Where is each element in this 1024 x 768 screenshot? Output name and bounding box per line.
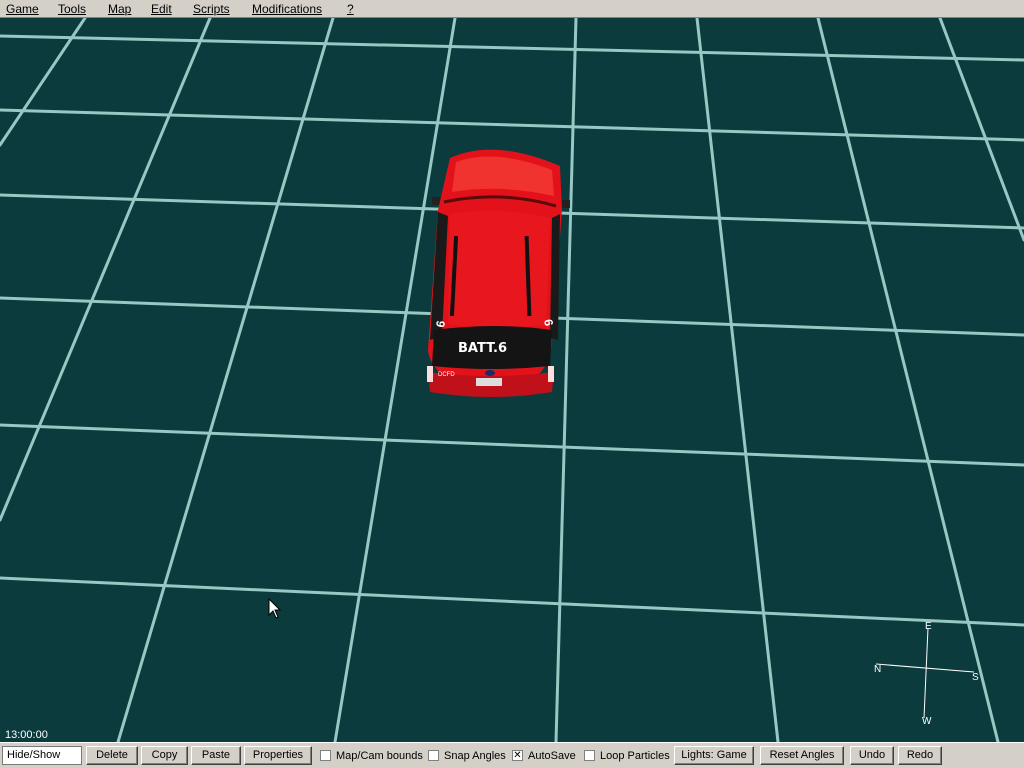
mouse-cursor-icon [268, 598, 282, 619]
menu-bar: Game Tools Map Edit Scripts Modification… [0, 0, 1024, 18]
menu-tools[interactable]: Tools [58, 2, 86, 16]
hide-show-field[interactable]: Hide/Show [2, 746, 82, 765]
loop-particles-label: Loop Particles [600, 749, 670, 762]
compass-west-label: W [922, 716, 932, 727]
fire-vehicle[interactable]: 6 6 BATT.6 DCFD [420, 140, 570, 400]
delete-button[interactable]: Delete [86, 746, 138, 765]
menu-map[interactable]: Map [108, 2, 131, 16]
autosave-label: AutoSave [528, 749, 576, 762]
rear-label: BATT.6 [458, 341, 507, 356]
game-time: 13:00:00 [5, 729, 48, 741]
reset-angles-button[interactable]: Reset Angles [760, 746, 844, 765]
compass-rose [875, 627, 975, 719]
editor-toolbar: Hide/Show Delete Copy Paste Properties M… [0, 742, 1024, 768]
lights-button[interactable]: Lights: Game [674, 746, 754, 765]
roof [448, 210, 550, 328]
copy-button[interactable]: Copy [141, 746, 188, 765]
menu-game[interactable]: Game [6, 2, 39, 16]
compass-south-label: S [972, 672, 979, 683]
snap-angles-label: Snap Angles [444, 749, 506, 762]
loop-particles-checkbox[interactable]: Loop Particles [584, 747, 670, 764]
menu-edit[interactable]: Edit [151, 2, 172, 16]
side-text: DCFD [438, 372, 455, 378]
map-cam-bounds-checkbox[interactable]: Map/Cam bounds [320, 747, 423, 764]
menu-scripts[interactable]: Scripts [193, 2, 230, 16]
paste-button[interactable]: Paste [191, 746, 241, 765]
map-cam-bounds-box[interactable] [320, 750, 331, 761]
redo-button[interactable]: Redo [898, 746, 942, 765]
brand-emblem [485, 370, 495, 376]
autosave-checkbox[interactable]: ✕ AutoSave [512, 747, 576, 764]
left-taillight [427, 366, 433, 382]
right-taillight [548, 366, 554, 382]
compass-north-label: N [874, 664, 882, 675]
snap-angles-checkbox[interactable]: Snap Angles [428, 747, 506, 764]
menu-help[interactable]: ? [347, 2, 354, 16]
compass-east-label: E [925, 621, 932, 632]
undo-button[interactable]: Undo [850, 746, 894, 765]
license-plate [476, 378, 502, 386]
menu-modifications[interactable]: Modifications [252, 2, 322, 16]
properties-button[interactable]: Properties [244, 746, 312, 765]
map-cam-bounds-label: Map/Cam bounds [336, 749, 423, 762]
loop-particles-box[interactable] [584, 750, 595, 761]
autosave-box[interactable]: ✕ [512, 750, 523, 761]
map-viewport[interactable]: 6 6 BATT.6 DCFD E N S W [0, 18, 1024, 742]
snap-angles-box[interactable] [428, 750, 439, 761]
